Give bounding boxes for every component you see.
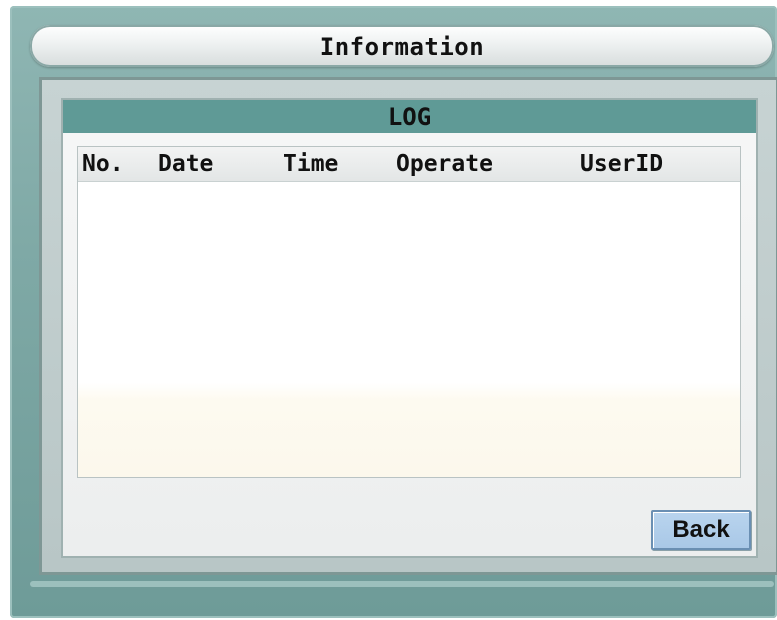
column-header-operate: Operate [396, 151, 493, 177]
back-button[interactable]: Back [651, 510, 751, 550]
table-header: No. Date Time Operate UserID [78, 147, 740, 182]
column-header-time: Time [283, 151, 339, 177]
log-table[interactable]: No. Date Time Operate UserID [77, 146, 741, 478]
log-title: LOG [387, 103, 432, 131]
column-header-userid: UserID [580, 151, 664, 177]
log-header-bar: LOG [63, 100, 756, 133]
column-header-no: No. [82, 151, 124, 177]
log-panel: LOG No. Date Time Operate UserID Back [61, 98, 758, 558]
window-title: Information [319, 33, 485, 61]
title-bar: Information [30, 25, 774, 67]
table-body [78, 182, 740, 477]
device-screen: Information LOG No. Date Time Operate Us… [10, 6, 777, 618]
bottom-stripe [30, 581, 774, 587]
log-frame: LOG No. Date Time Operate UserID Back [39, 77, 777, 575]
column-header-date: Date [158, 151, 214, 177]
